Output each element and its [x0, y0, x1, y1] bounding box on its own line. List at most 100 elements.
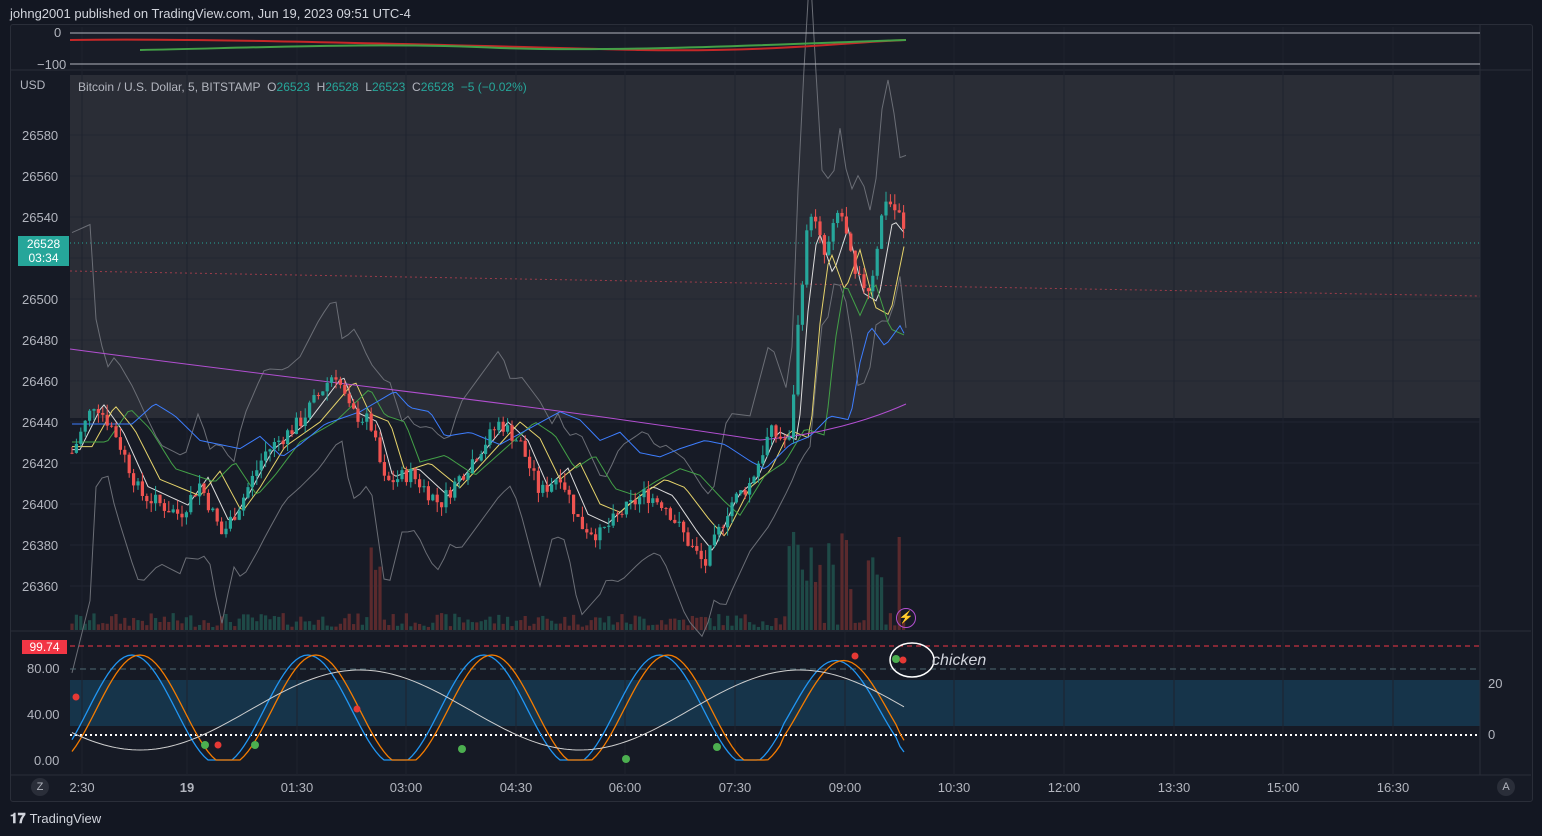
volume-bar — [127, 625, 131, 630]
candle-body — [180, 513, 184, 518]
candle-body — [541, 484, 545, 493]
candle-body — [849, 233, 853, 251]
last-price: 26528 — [26, 237, 61, 251]
candle-body — [831, 223, 835, 242]
candle-body — [690, 545, 694, 547]
volume-bar — [796, 544, 800, 630]
candle-body — [536, 470, 540, 493]
chart-canvas[interactable]: 2658026560265402652026500264802646026440… — [0, 0, 1542, 836]
lightning-icon[interactable]: ⚡ — [896, 608, 916, 628]
time-tick-12:00: 12:00 — [1048, 780, 1081, 795]
candle-body — [448, 490, 452, 498]
volume-bar — [726, 615, 730, 630]
volume-bar — [237, 618, 241, 630]
volume-bar — [114, 614, 118, 630]
candle-body — [281, 440, 285, 445]
volume-bar — [528, 625, 532, 630]
volume-bar — [532, 623, 536, 630]
volume-bar — [272, 616, 276, 630]
candle-body — [206, 492, 210, 511]
candle-body — [88, 410, 92, 421]
volume-bar — [888, 613, 892, 630]
candle-body — [136, 481, 140, 486]
candle-body — [519, 440, 523, 442]
stoch-tick-0: 0.00 — [34, 753, 59, 768]
volume-bar — [387, 625, 391, 630]
price-tick-26360: 26360 — [22, 579, 58, 594]
volume-bar — [655, 624, 659, 630]
volume-bar — [105, 623, 109, 630]
candle-body — [567, 489, 571, 495]
candle-body — [778, 436, 782, 439]
volume-bar — [638, 616, 642, 630]
stoch-right-tick-0: 0 — [1488, 727, 1495, 742]
candle-body — [338, 379, 342, 385]
volume-bar — [884, 624, 888, 630]
candle-body — [347, 393, 351, 404]
candle-body — [501, 421, 505, 432]
volume-bar — [193, 626, 197, 630]
signal-dot-green — [201, 741, 209, 749]
time-tick-16:30: 16:30 — [1377, 780, 1410, 795]
candle-body — [189, 495, 193, 513]
candle-body — [435, 494, 439, 503]
auto-scale-button[interactable]: A — [1497, 778, 1515, 796]
candle-body — [497, 421, 501, 431]
candle-body — [695, 546, 699, 551]
volume-bar — [96, 624, 100, 630]
volume-bar — [514, 620, 518, 630]
candle-body — [638, 497, 642, 505]
volume-bar — [831, 564, 835, 630]
candle-body — [602, 526, 606, 528]
last-price-badge: 26528 03:34 — [18, 236, 69, 266]
volume-bar — [475, 622, 479, 630]
candle-body — [796, 324, 800, 395]
candle-body — [237, 510, 241, 520]
candle-body — [176, 509, 180, 514]
zoom-button[interactable]: Z — [31, 778, 49, 796]
candle-body — [822, 235, 826, 255]
volume-bar — [774, 618, 778, 630]
candle-body — [316, 395, 320, 397]
close-label: C — [412, 80, 421, 94]
candle-body — [528, 456, 532, 469]
volume-bar — [893, 625, 897, 630]
volume-bar — [818, 564, 822, 630]
high-label: H — [316, 80, 326, 94]
volume-bar — [488, 616, 492, 630]
candle-body — [783, 438, 787, 440]
volume-bar — [510, 626, 514, 630]
candle-body — [369, 413, 373, 431]
candle-body — [422, 486, 426, 488]
volume-bar — [286, 624, 290, 630]
candle-body — [360, 421, 364, 423]
volume-bar — [171, 613, 175, 630]
candle-body — [814, 216, 818, 222]
stoch-tick-40: 40.00 — [27, 707, 60, 722]
volume-bar — [233, 626, 237, 630]
chicken-annotation: chicken — [932, 652, 987, 669]
candle-body — [356, 408, 360, 422]
volume-bar — [541, 615, 545, 630]
volume-bar — [70, 623, 74, 630]
candle-body — [893, 204, 897, 211]
candle-body — [532, 468, 536, 471]
signal-dot-red — [214, 741, 222, 749]
volume-bar — [308, 621, 312, 630]
volume-bar — [444, 614, 448, 630]
volume-bar — [484, 619, 488, 630]
candle-body — [127, 454, 131, 474]
candle-body — [202, 483, 206, 493]
volume-bar — [228, 621, 232, 630]
candle-body — [853, 250, 857, 274]
volume-bar — [224, 613, 228, 630]
candle-body — [563, 482, 567, 490]
candle-body — [255, 470, 259, 476]
currency-label: USD — [20, 78, 46, 92]
volume-bar — [545, 618, 549, 630]
candle-body — [633, 500, 637, 505]
volume-bar — [660, 620, 664, 630]
candle-body — [246, 487, 250, 498]
candle-body — [277, 440, 281, 442]
volume-bar — [550, 620, 554, 630]
